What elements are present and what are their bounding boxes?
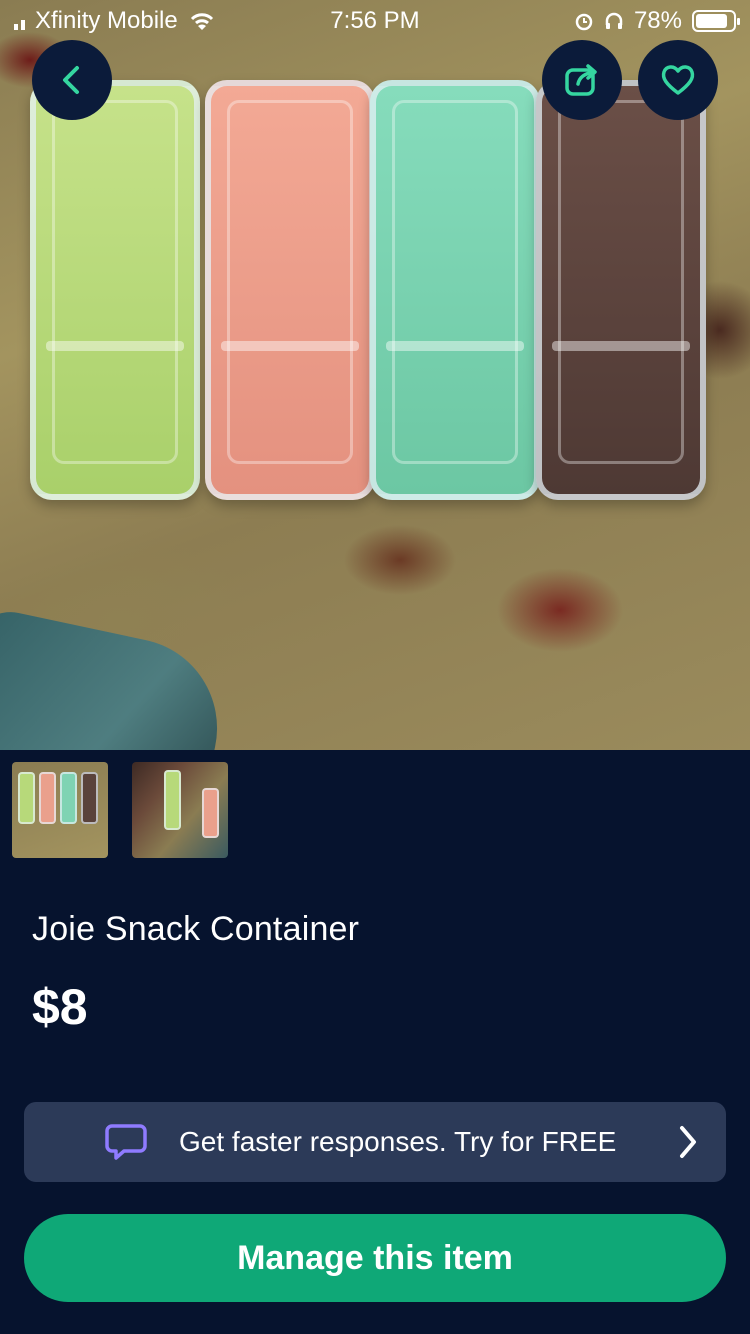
share-button[interactable] — [542, 40, 622, 120]
promo-label: Get faster responses. Try for FREE — [179, 1126, 617, 1157]
status-bar: Xfinity Mobile 7:56 PM 78% — [0, 0, 750, 40]
back-button[interactable] — [32, 40, 112, 120]
manage-item-button[interactable]: Manage this item — [24, 1214, 726, 1302]
listing-title: Joie Snack Container — [32, 910, 360, 948]
status-right-group: 78% — [574, 7, 740, 35]
photo-jeans-detail — [0, 604, 234, 750]
favorite-button[interactable] — [638, 40, 718, 120]
thumbnail-1[interactable] — [12, 762, 108, 858]
photo-container-pink — [205, 80, 375, 500]
photo-container-brown — [536, 80, 706, 500]
battery-icon — [692, 10, 740, 32]
listing-screen: Xfinity Mobile 7:56 PM 78% Joie Snack Co… — [0, 0, 750, 1334]
heart-icon — [661, 65, 695, 95]
photo-container-green — [30, 80, 200, 500]
battery-percent: 78% — [633, 7, 682, 34]
back-icon — [63, 66, 79, 94]
share-icon — [565, 64, 597, 96]
photo-container-teal — [370, 80, 540, 500]
headphones-icon — [605, 12, 623, 29]
main-photo[interactable] — [0, 0, 750, 750]
thumbnail-2[interactable] — [132, 762, 228, 858]
alarm-icon — [575, 13, 593, 31]
photo-thumbnails — [12, 762, 228, 858]
chevron-right-icon — [680, 1126, 696, 1158]
chat-bubble-icon — [105, 1124, 147, 1160]
promo-banner[interactable]: Get faster responses. Try for FREE — [24, 1102, 726, 1182]
listing-price: $8 — [32, 979, 88, 1035]
